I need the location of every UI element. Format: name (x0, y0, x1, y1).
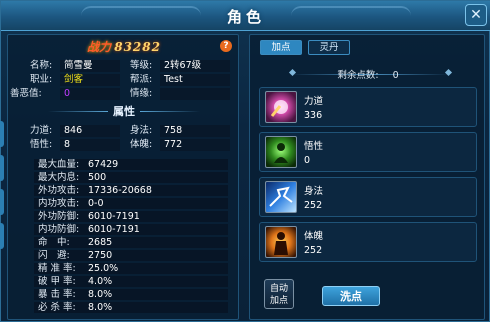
window-title: 角色 (226, 8, 265, 26)
stat-label: 外功攻击: (38, 185, 80, 196)
stat-label: 精 准 率: (38, 263, 76, 274)
attributes-heading: 属性 (113, 105, 135, 118)
help-icon[interactable]: ? (220, 40, 232, 52)
title-bar: 角色 ✕ (1, 1, 490, 31)
stat-value: 8.0% (88, 302, 113, 313)
auto-allocate-button[interactable]: 自动 加点 (264, 279, 294, 309)
tab-add-points[interactable]: 加点 (260, 40, 302, 55)
stat-value: 17336-20668 (88, 185, 152, 196)
stat-row: 最大血量: 67429 (38, 159, 118, 170)
side-tab[interactable] (0, 189, 4, 215)
auto-allocate-label-line1: 自动 (269, 284, 288, 294)
close-icon: ✕ (470, 7, 482, 23)
stat-row: 闪 避: 2750 (38, 250, 112, 261)
attr-card-name: 身法 (304, 186, 324, 197)
stat-value: 2750 (88, 250, 113, 261)
stat-row: 暴 击 率: 8.0% (38, 289, 112, 300)
stat-value: 4.0% (88, 276, 113, 287)
dash-agility-icon (265, 181, 297, 213)
stat-label: 内功攻击: (38, 198, 80, 209)
combat-power: 战力 83282 (8, 38, 240, 56)
name-label: 名称: (30, 60, 53, 71)
stat-row: 精 准 率: 25.0% (38, 263, 118, 274)
stat-label: 暴 击 率: (38, 289, 76, 300)
stat-label: 最大血量: (38, 159, 80, 170)
stat-row: 内功攻击: 0-0 (38, 198, 104, 209)
faction-label: 帮派: (130, 74, 153, 85)
attr-card-value: 336 (304, 110, 323, 121)
character-info-panel: 战力 83282 ? 名称: 简雪曼 等级: 2转67级 职业: 剑客 帮派: … (7, 34, 239, 320)
stat-label: 破 甲 率: (38, 276, 76, 287)
fist-power-icon (265, 91, 297, 123)
meditation-icon (265, 136, 297, 168)
stat-row: 外功防御: 6010-7191 (38, 211, 140, 222)
remaining-points-value: 0 (392, 70, 399, 81)
stat-value: 25.0% (88, 263, 119, 274)
stat-value: 500 (88, 172, 107, 183)
close-button[interactable]: ✕ (465, 4, 487, 26)
side-tab-strip (0, 121, 5, 281)
character-faction: Test (164, 74, 183, 85)
auto-allocate-label-line2: 加点 (269, 296, 288, 306)
name-row: 名称: (30, 60, 52, 72)
attr-card-physique[interactable]: 体魄 252 (259, 222, 477, 262)
character-level: 2转67级 (164, 60, 202, 71)
side-tab[interactable] (0, 223, 4, 249)
combat-power-value: 83282 (114, 40, 161, 54)
attr-card-name: 悟性 (304, 141, 324, 152)
combat-power-label: 战力 (87, 40, 112, 54)
remaining-points-label: 剩余点数: (337, 70, 379, 81)
insight-label: 悟性: (30, 139, 53, 150)
attr-card-name: 体魄 (304, 231, 324, 242)
physique-value: 772 (164, 139, 183, 150)
reset-points-button[interactable]: 洗点 (322, 286, 380, 306)
stat-label: 命 中: (38, 237, 70, 248)
character-window: 角色 ✕ 战力 83282 ? 名称: 简雪曼 等级: 2转67级 职业: 剑客… (0, 0, 490, 322)
mood-label: 情缘: (130, 88, 153, 99)
attr-card-value: 0 (304, 155, 311, 166)
power-label: 力道: (30, 125, 53, 136)
physique-label: 体魄: (130, 139, 153, 150)
stat-row: 命 中: 2685 (38, 237, 112, 248)
mood-cell (160, 88, 230, 100)
stat-row: 必 杀 率: 8.0% (38, 302, 112, 313)
character-name: 简雪曼 (64, 60, 93, 71)
agility-label: 身法: (130, 125, 153, 136)
stat-value: 0-0 (88, 198, 104, 209)
power-value: 846 (64, 125, 83, 136)
attr-card-value: 252 (304, 200, 323, 211)
character-job: 剑客 (64, 74, 84, 85)
stat-row: 最大内息: 500 (38, 172, 106, 183)
stat-value: 6010-7191 (88, 211, 140, 222)
stat-label: 内功防御: (38, 224, 80, 235)
level-label: 等级: (130, 60, 153, 71)
stat-label: 闪 避: (38, 250, 70, 261)
stat-label: 最大内息: (38, 172, 80, 183)
stat-value: 67429 (88, 159, 119, 170)
insight-value: 8 (64, 139, 71, 150)
stat-value: 6010-7191 (88, 224, 140, 235)
stat-value: 8.0% (88, 289, 113, 300)
attr-card-power[interactable]: 力道 336 (259, 87, 477, 127)
stat-row: 外功攻击: 17336-20668 (38, 185, 152, 196)
attr-card-insight[interactable]: 悟性 0 (259, 132, 477, 172)
stat-label: 必 杀 率: (38, 302, 76, 313)
agility-value: 758 (164, 125, 183, 136)
morality-label: 善恶值: (10, 88, 42, 99)
remaining-points: 剩余点数: 0 (250, 67, 486, 81)
stat-value: 2685 (88, 237, 113, 248)
side-tab[interactable] (0, 155, 4, 181)
character-morality: 0 (64, 88, 71, 99)
attr-card-name: 力道 (304, 96, 324, 107)
attr-card-agility[interactable]: 身法 252 (259, 177, 477, 217)
job-label: 职业: (30, 74, 53, 85)
attribute-points-panel: 加点 灵丹 剩余点数: 0 力道 336 悟性 0 身法 252 体魄 252 … (249, 34, 485, 320)
body-physique-icon (265, 226, 297, 258)
stat-row: 内功防御: 6010-7191 (38, 224, 140, 235)
stat-label: 外功防御: (38, 211, 80, 222)
attr-card-value: 252 (304, 245, 323, 256)
side-tab[interactable] (0, 121, 4, 147)
tab-elixir[interactable]: 灵丹 (308, 40, 350, 55)
stat-row: 破 甲 率: 4.0% (38, 276, 112, 287)
